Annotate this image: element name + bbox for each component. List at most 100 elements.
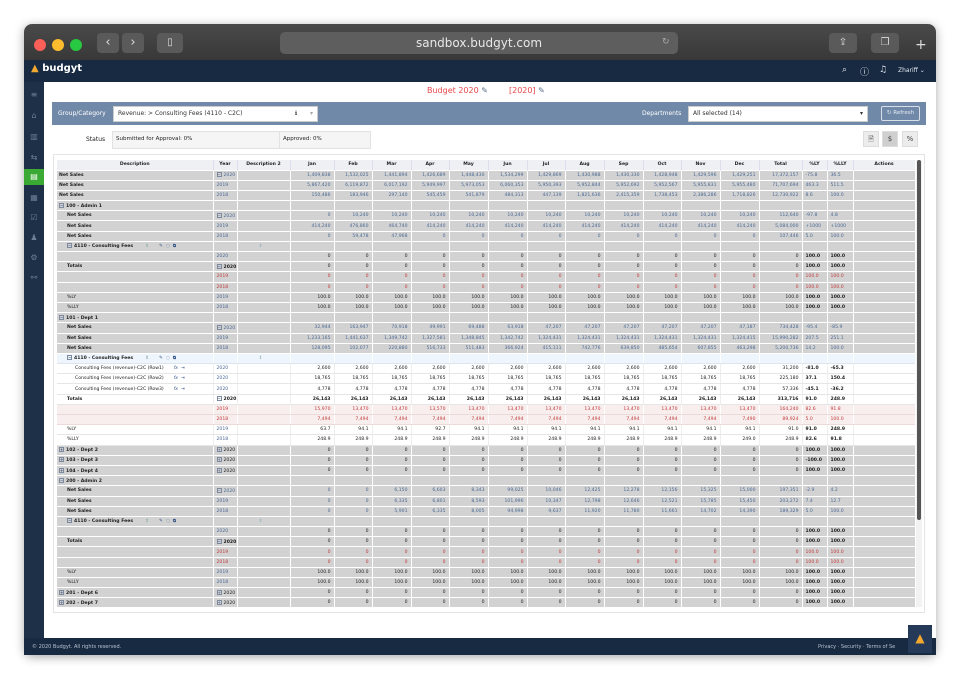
month-cell[interactable]: 100.0 [643, 577, 682, 589]
month-cell[interactable]: 99,025 [488, 485, 528, 497]
month-cell[interactable]: 414,240 [488, 220, 528, 232]
month-cell[interactable]: 0 [681, 465, 721, 477]
terms-link[interactable]: Terms of Se [866, 644, 895, 650]
month-cell[interactable]: 4,778 [449, 383, 489, 395]
month-cell[interactable]: 12,646 [604, 496, 644, 507]
month-cell[interactable]: 0 [720, 251, 760, 263]
month-cell[interactable]: 0 [488, 261, 528, 273]
month-cell[interactable]: 0 [449, 536, 489, 548]
month-cell[interactable]: 0 [527, 261, 566, 273]
month-cell[interactable]: 0 [565, 261, 605, 273]
collapse-icon[interactable]: − [216, 212, 222, 218]
month-cell[interactable]: 18,765 [334, 373, 373, 385]
month-cell[interactable]: 0 [643, 271, 682, 283]
month-cell[interactable]: 0 [681, 526, 721, 538]
month-cell[interactable]: 100.0 [720, 577, 760, 589]
month-cell[interactable]: 13,470 [449, 404, 489, 416]
month-cell[interactable]: 13,570 [411, 404, 450, 416]
month-cell[interactable]: 0 [488, 282, 528, 293]
user-menu[interactable]: Zhariff ⌄ [898, 67, 925, 74]
month-cell[interactable]: 0 [372, 251, 412, 263]
month-cell[interactable]: 18,765 [527, 373, 566, 385]
month-cell[interactable]: 0 [411, 465, 450, 477]
privacy-link[interactable]: Privacy [818, 644, 836, 650]
collapse-icon[interactable]: − [216, 324, 222, 330]
month-cell[interactable]: 15,450 [720, 496, 760, 507]
month-cell[interactable]: 63,918 [488, 322, 528, 334]
month-cell[interactable]: 10,240 [681, 210, 721, 222]
month-cell[interactable]: 13,470 [527, 404, 566, 416]
month-cell[interactable]: 4,778 [411, 383, 450, 395]
month-cell[interactable]: 10,046 [527, 485, 566, 497]
chevron-down-icon[interactable]: ▾ [310, 107, 313, 121]
month-cell[interactable]: 26,143 [488, 394, 528, 405]
month-cell[interactable]: 0 [411, 557, 450, 568]
month-cell[interactable]: 163,947 [334, 322, 373, 334]
month-cell[interactable]: 10,240 [565, 210, 605, 222]
month-cell[interactable]: 0 [604, 597, 644, 607]
month-cell[interactable]: 545,459 [411, 190, 450, 202]
sort-icon[interactable]: ⇕ [145, 244, 149, 249]
month-cell[interactable]: 10,240 [527, 210, 566, 222]
month-cell[interactable]: 0 [604, 271, 644, 283]
actions-cell[interactable] [853, 404, 915, 416]
expand-icon[interactable]: + [216, 447, 222, 453]
month-cell[interactable]: 0 [290, 231, 335, 242]
actions-cell[interactable] [853, 597, 915, 607]
expand-icon[interactable]: + [216, 467, 222, 473]
month-cell[interactable]: 100.0 [372, 292, 412, 303]
month-cell[interactable]: 415,111 [527, 343, 566, 354]
month-cell[interactable]: 26,143 [681, 394, 721, 405]
month-cell[interactable]: 2,600 [449, 363, 489, 375]
month-cell[interactable]: 0 [527, 536, 566, 548]
month-cell[interactable]: 639,850 [604, 343, 644, 354]
column-header[interactable]: Jan [290, 160, 335, 171]
month-cell[interactable]: 0 [488, 546, 528, 558]
actions-cell[interactable] [853, 180, 915, 191]
month-cell[interactable]: 0 [449, 455, 489, 466]
month-cell[interactable]: 0 [681, 536, 721, 548]
month-cell[interactable]: 100.0 [411, 567, 450, 579]
month-cell[interactable]: 5,949,997 [411, 180, 450, 191]
month-cell[interactable]: 4,778 [565, 383, 605, 395]
month-cell[interactable]: 47,207 [527, 322, 566, 334]
month-cell[interactable]: 414,240 [643, 220, 682, 232]
month-cell[interactable]: 0 [527, 455, 566, 466]
month-cell[interactable]: 4,778 [290, 383, 335, 395]
month-cell[interactable]: 8,593 [449, 496, 489, 507]
menu-icon[interactable]: ≡ [24, 87, 44, 103]
expand-icon[interactable]: + [216, 589, 222, 595]
month-cell[interactable]: 1,430,330 [604, 170, 644, 181]
collapse-icon[interactable]: − [59, 314, 64, 320]
month-cell[interactable]: 1,821,636 [565, 190, 605, 202]
month-cell[interactable]: 248.9 [565, 434, 605, 446]
month-cell[interactable]: 5,901 [372, 506, 412, 517]
collapse-icon[interactable]: − [59, 477, 64, 483]
month-cell[interactable]: 0 [334, 261, 373, 273]
month-cell[interactable]: 0 [643, 557, 682, 568]
month-cell[interactable]: 10,240 [720, 210, 760, 222]
month-cell[interactable]: 414,240 [290, 220, 335, 232]
month-cell[interactable]: 0 [290, 271, 335, 283]
month-cell[interactable]: 248.9 [604, 434, 644, 446]
month-cell[interactable]: 0 [527, 597, 566, 607]
month-cell[interactable]: 1,429,251 [720, 170, 760, 181]
actions-cell[interactable] [853, 475, 915, 487]
column-header[interactable]: Apr [411, 160, 450, 171]
month-cell[interactable]: 1,324,415 [720, 333, 760, 344]
month-cell[interactable]: 1,233,165 [290, 333, 335, 344]
month-cell[interactable]: 100.0 [290, 577, 335, 589]
actions-cell[interactable] [853, 343, 915, 354]
month-cell[interactable]: 1,428,948 [643, 170, 682, 181]
month-cell[interactable]: 100.0 [334, 302, 373, 314]
month-cell[interactable]: 0 [604, 282, 644, 293]
column-header[interactable]: Total [759, 160, 803, 171]
month-cell[interactable]: 0 [604, 536, 644, 548]
group-category-select[interactable]: Revenue: > Consulting Fees (4110 - C2C) ℹ… [113, 106, 318, 122]
edit-year-icon[interactable]: ✎ [538, 86, 545, 95]
budget-icon[interactable]: ▤ [24, 169, 44, 185]
month-cell[interactable]: 485,654 [643, 343, 682, 354]
budget-year[interactable]: [2020] ✎ [509, 86, 545, 95]
new-tab-icon[interactable]: + [915, 37, 927, 53]
month-cell[interactable]: 0 [372, 597, 412, 607]
